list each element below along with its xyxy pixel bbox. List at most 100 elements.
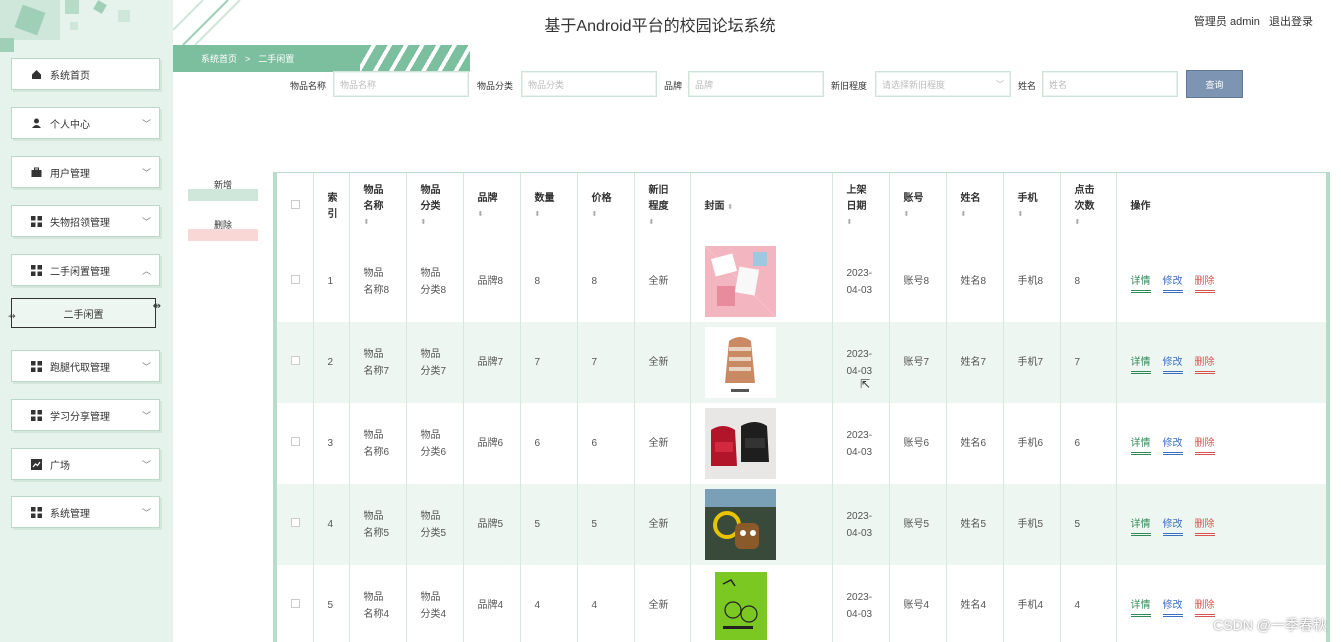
search-condition-label: 新旧程度: [831, 81, 868, 91]
header-name[interactable]: 物品 名称 ⬍: [349, 173, 407, 241]
cell-category-part-1: 物品: [420, 591, 441, 603]
sort-icon[interactable]: ⬍: [1018, 207, 1060, 223]
header-quantity[interactable]: 数量 ⬍: [520, 173, 578, 241]
header-category[interactable]: 物品 分类 ⬍: [406, 173, 464, 241]
sidebar-item-errands[interactable]: 跑腿代取管理 ﹀: [11, 350, 160, 382]
sidebar-item-study-share[interactable]: 学习分享管理 ﹀: [11, 399, 160, 431]
cell-date-part-2: 04-03: [846, 284, 873, 296]
cell-quantity: 8: [520, 241, 578, 322]
sidebar-item-profile[interactable]: 个人中心 ﹀: [11, 107, 160, 139]
edit-button[interactable]: 修改: [1162, 357, 1183, 374]
sort-icon[interactable]: ⬍: [649, 215, 690, 231]
detail-button[interactable]: 详情: [1130, 519, 1151, 536]
sidebar-item-plaza[interactable]: 广场 ﹀: [11, 448, 160, 480]
delete-row-button[interactable]: 删除: [1194, 357, 1215, 374]
logout-link[interactable]: 退出登录: [1269, 16, 1313, 28]
delete-row-button[interactable]: 删除: [1194, 276, 1215, 293]
search-owner-input[interactable]: 姓名: [1042, 71, 1178, 97]
cell-category-part-1: 物品: [420, 267, 441, 279]
search-button[interactable]: 查询: [1186, 70, 1243, 98]
search-brand-input[interactable]: 品牌: [688, 71, 824, 97]
header-cover[interactable]: 封面 ⬍: [690, 173, 833, 241]
breadcrumb-home[interactable]: 系统首页: [201, 52, 237, 65]
sort-icon[interactable]: ⬍: [592, 207, 634, 223]
header-quantity-label: 数量: [534, 193, 555, 204]
header-owner[interactable]: 姓名 ⬍: [946, 173, 1004, 241]
delete-row-button[interactable]: 删除: [1194, 438, 1215, 455]
detail-button[interactable]: 详情: [1130, 438, 1151, 455]
sort-icon[interactable]: ⬍: [847, 215, 889, 231]
cell-name-part-1: 物品: [363, 429, 384, 441]
header-brand-label: 品牌: [477, 193, 498, 204]
header-decoration: [173, 0, 241, 45]
detail-button[interactable]: 详情: [1130, 600, 1151, 617]
delete-row-button[interactable]: 删除: [1194, 519, 1215, 536]
cell-index: 5: [313, 565, 350, 642]
cell-clicks: 6: [1060, 403, 1117, 484]
cell-price: 4: [577, 565, 635, 642]
cover-image: [704, 570, 776, 641]
edit-button[interactable]: 修改: [1162, 519, 1183, 536]
row-checkbox[interactable]: [291, 518, 300, 527]
edit-button[interactable]: 修改: [1162, 276, 1183, 293]
row-checkbox[interactable]: [291, 275, 300, 284]
sort-icon[interactable]: ⬍: [961, 207, 1003, 223]
header-account[interactable]: 账号 ⬍: [889, 173, 947, 241]
sort-icon[interactable]: ⬍: [1075, 215, 1116, 231]
sidebar-item-lost-found[interactable]: 失物招领管理 ﹀: [11, 205, 160, 237]
sort-icon[interactable]: ⬍: [727, 204, 733, 211]
search-name-placeholder: 物品名称: [340, 79, 377, 90]
delete-button-bar: [188, 229, 258, 241]
cell-brand: 品牌7: [463, 322, 521, 403]
table-header-row: 索引 物品 名称 ⬍ 物品 分类 ⬍ 品牌 ⬍ 数量 ⬍ 价格 ⬍ 新旧 程度 ⬍ 封面 ⬍ 上架…: [277, 173, 1326, 241]
select-all-checkbox[interactable]: [291, 200, 300, 209]
sort-icon[interactable]: ⬍: [535, 207, 577, 223]
cell-category: 物品 分类5: [406, 484, 464, 565]
edit-button[interactable]: 修改: [1162, 438, 1183, 455]
cell-name: 物品 名称8: [349, 241, 407, 322]
sort-icon[interactable]: ⬍: [364, 215, 406, 231]
header-index[interactable]: 索引: [313, 173, 350, 241]
sidebar-item-home[interactable]: 系统首页: [11, 58, 160, 90]
sidebar-item-system[interactable]: 系统管理 ﹀: [11, 496, 160, 528]
sidebar-item-users[interactable]: 用户管理 ﹀: [11, 156, 160, 188]
sidebar-subitem-secondhand[interactable]: ⇸ 二手闲置 ⇹: [8, 298, 161, 328]
sidebar-item-label: 个人中心: [50, 119, 90, 131]
sidebar-item-secondhand[interactable]: 二手闲置管理 ︿: [11, 254, 160, 286]
detail-button[interactable]: 详情: [1130, 276, 1151, 293]
search-name-input[interactable]: 物品名称: [333, 71, 469, 97]
cell-category-part-2: 分类7: [420, 365, 447, 377]
cell-name-part-2: 名称7: [363, 365, 390, 377]
detail-button[interactable]: 详情: [1130, 357, 1151, 374]
header-clicks[interactable]: 点击 次数 ⬍: [1060, 173, 1117, 241]
header-phone[interactable]: 手机 ⬍: [1003, 173, 1061, 241]
header-condition[interactable]: 新旧 程度 ⬍: [634, 173, 691, 241]
delete-row-button[interactable]: 删除: [1194, 600, 1215, 617]
row-checkbox[interactable]: [291, 356, 300, 365]
add-button[interactable]: 新增: [188, 181, 258, 201]
briefcase-icon: [30, 166, 42, 178]
sidebar-item-label: 失物招领管理: [50, 217, 110, 229]
sidebar-subitem-label: 二手闲置: [63, 309, 104, 321]
header-date[interactable]: 上架 日期 ⬍: [832, 173, 890, 241]
breadcrumb-separator: >: [245, 53, 251, 64]
sidebar-item-label: 学习分享管理: [50, 411, 110, 423]
sort-icon[interactable]: ⬍: [421, 215, 463, 231]
delete-button[interactable]: 删除: [188, 221, 258, 241]
cell-account: 账号5: [889, 484, 947, 565]
edit-button[interactable]: 修改: [1162, 600, 1183, 617]
sort-icon[interactable]: ⬍: [904, 207, 946, 223]
search-condition-select[interactable]: 请选择新旧程度 ﹀: [875, 71, 1011, 97]
sort-icon[interactable]: ⬍: [478, 207, 520, 223]
row-checkbox-cell: [277, 403, 314, 484]
row-checkbox[interactable]: [291, 599, 300, 608]
search-category-input[interactable]: 物品分类: [521, 71, 657, 97]
chevron-down-icon: ﹀: [141, 217, 151, 227]
header-ops: 操作: [1116, 173, 1326, 241]
header-price[interactable]: 价格 ⬍: [577, 173, 635, 241]
header-brand[interactable]: 品牌 ⬍: [463, 173, 521, 241]
row-checkbox[interactable]: [291, 437, 300, 446]
data-table: 索引 物品 名称 ⬍ 物品 分类 ⬍ 品牌 ⬍ 数量 ⬍ 价格 ⬍ 新旧 程度 ⬍ 封面 ⬍ 上架…: [277, 173, 1326, 642]
user-icon: [30, 117, 42, 129]
cover-image: [704, 246, 776, 317]
